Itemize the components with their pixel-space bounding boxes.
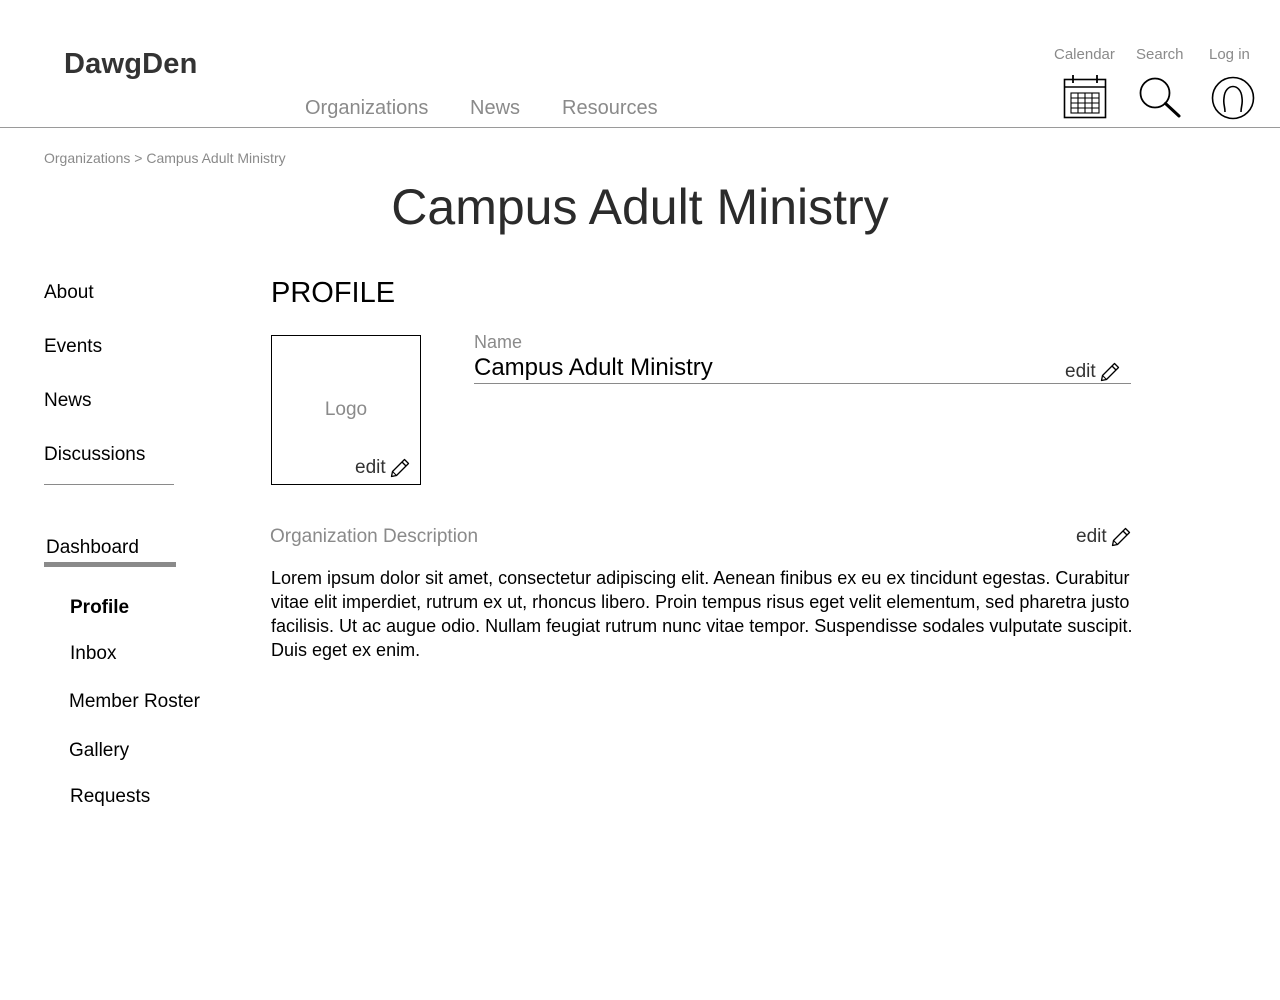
nav-link-organizations[interactable]: Organizations [305,97,428,120]
search-icon [1139,77,1181,118]
profile-section-title: PROFILE [271,277,396,309]
sidebar-item-events[interactable]: Events [44,336,102,358]
nav-link-news[interactable]: News [470,97,520,120]
search-label[interactable]: Search [1136,46,1184,63]
sidebar-item-discussions[interactable]: Discussions [44,444,145,466]
description-edit-button[interactable]: edit [1076,526,1131,548]
name-field-underline [474,383,1131,384]
name-edit-label: edit [1065,361,1096,382]
dashboard-item-gallery[interactable]: Gallery [69,740,129,762]
user-icon [1211,76,1255,120]
brand-logo[interactable]: DawgDen [64,48,198,81]
pencil-icon [1100,362,1119,382]
sidebar-divider [44,484,174,485]
calendar-button[interactable] [1063,74,1107,120]
pencil-icon [390,458,409,478]
login-label[interactable]: Log in [1209,46,1250,63]
search-button[interactable] [1138,76,1182,120]
dashboard-active-indicator [44,562,176,567]
logo-edit-label: edit [355,457,386,478]
breadcrumb[interactable]: Organizations > Campus Adult Ministry [44,150,286,166]
calendar-icon [1063,75,1107,119]
logo-edit-button[interactable]: edit [355,457,410,479]
nav-link-resources[interactable]: Resources [562,97,658,120]
sidebar-item-news[interactable]: News [44,390,92,412]
dashboard-item-inbox[interactable]: Inbox [70,643,116,665]
description-text: Lorem ipsum dolor sit amet, consectetur … [271,568,1133,660]
dashboard-item-profile[interactable]: Profile [70,597,129,619]
name-edit-button[interactable]: edit [1065,361,1120,383]
login-button[interactable] [1211,76,1255,120]
sidebar-item-dashboard[interactable]: Dashboard [46,537,139,559]
pencil-icon [1111,527,1130,547]
description-field-label: Organization Description [270,526,479,547]
dashboard-item-member-roster[interactable]: Member Roster [69,691,200,713]
name-field-label: Name [474,332,523,352]
name-field-value: Campus Adult Ministry [474,354,713,381]
calendar-label[interactable]: Calendar [1054,46,1115,63]
header-divider [0,127,1280,128]
sidebar-item-about[interactable]: About [44,282,94,304]
logo-placeholder: Logo [324,399,368,420]
page-title: Campus Adult Ministry [391,179,889,235]
logo-upload-box[interactable]: Logo edit [271,335,421,485]
dashboard-item-requests[interactable]: Requests [70,786,150,808]
description-edit-label: edit [1076,526,1107,547]
